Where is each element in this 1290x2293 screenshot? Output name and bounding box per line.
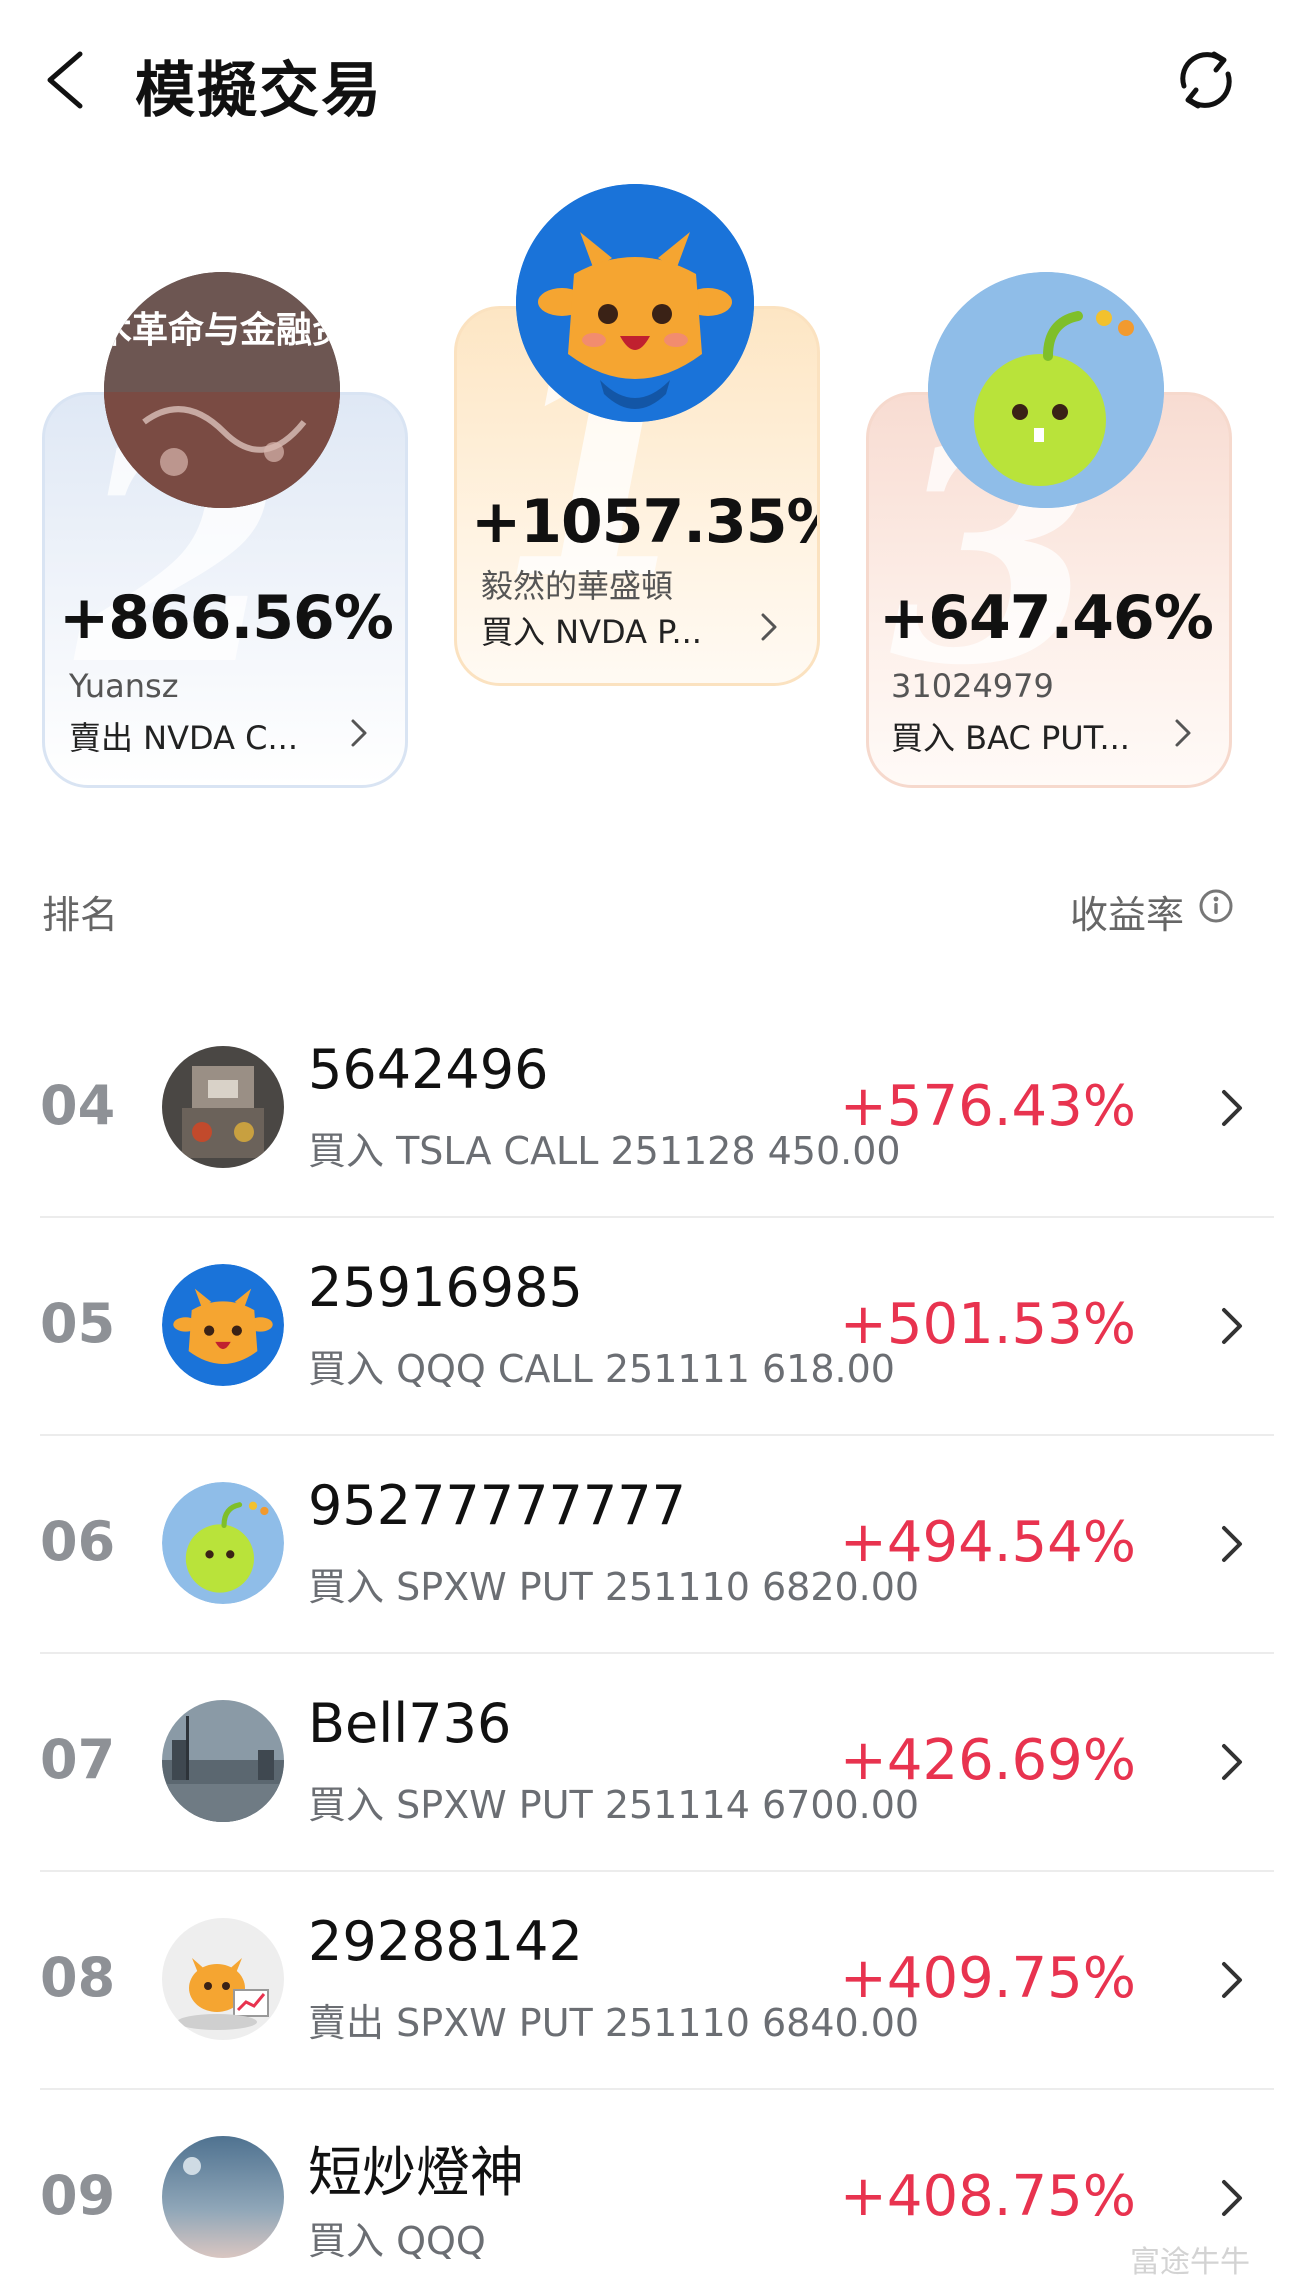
chevron-right-icon [1222,1962,1242,1998]
row-username: 95277777777 [308,1474,686,1537]
row-avatar [162,1918,284,2040]
row-rank: 08 [40,1946,116,2009]
row-trade: 買入 SPXW PUT 251110 6820.00 [308,1565,920,1609]
chevron-right-icon [1222,2180,1242,2216]
row-username: 25916985 [308,1256,583,1319]
leaderboard-row[interactable]: 04 5642496 買入 TSLA CALL 251128 450.00 +5… [0,1000,1290,1218]
row-rank: 09 [40,2164,116,2227]
moon-sky-avatar [162,2136,284,2258]
row-username: 29288142 [308,1910,583,1973]
row-avatar [162,1700,284,1822]
green-sprout-avatar [162,1482,284,1604]
row-trade: 買入 TSLA CALL 251128 450.00 [308,1129,901,1173]
leaderboard-row[interactable]: 07 Bell736 買入 SPXW PUT 251114 6700.00 +4… [0,1654,1290,1872]
row-trade: 買入 SPXW PUT 251114 6700.00 [308,1783,920,1827]
podium-return: +647.46% [879,583,1214,653]
top-bar: 模擬交易 [0,0,1290,160]
row-return: +409.75% [839,1946,1136,2011]
page-title: 模擬交易 [135,56,383,126]
chevron-right-icon [1222,1526,1242,1562]
rank-column-header: 排名 [42,893,119,937]
row-avatar [162,1482,284,1604]
chevron-right-icon [1222,1744,1242,1780]
row-trade: 買入 QQQ [308,2219,486,2263]
row-rank: 04 [40,1074,116,1137]
podium-trade: 買入 NVDA P... [481,613,702,651]
avatar-rank-2[interactable]: 技术革命与金融资本 [104,272,340,508]
avatar-rank-1[interactable] [516,184,754,422]
chevron-right-icon [1222,1090,1242,1126]
leaderboard-row[interactable]: 08 29288142 賣出 SPXW PUT 251110 6840.00 +… [0,1872,1290,2090]
leaderboard-row[interactable]: 05 25916985 買入 QQQ CALL 251111 618.00 +5… [0,1218,1290,1436]
avatar-rank-3[interactable] [928,272,1164,508]
row-return: +576.43% [839,1074,1136,1139]
podium-trade: 賣出 NVDA C... [69,719,299,757]
bull-mascot-avatar [516,184,754,422]
refresh-icon[interactable] [1166,40,1246,120]
row-avatar [162,1264,284,1386]
row-return: +501.53% [839,1292,1136,1357]
row-avatar [162,1046,284,1168]
back-arrow-icon[interactable] [36,40,96,120]
return-column-header: 收益率 [1069,893,1184,937]
chevron-right-icon [351,719,367,747]
city-photo-avatar [162,1700,284,1822]
podium-trade: 買入 BAC PUT... [891,719,1130,757]
row-username: Bell736 [308,1692,512,1755]
row-return: +426.69% [839,1728,1136,1793]
row-rank: 07 [40,1728,116,1791]
chevron-right-icon [761,613,777,641]
info-icon[interactable] [1198,888,1234,924]
watermark: 富途牛牛 [1130,2245,1250,2280]
podium-username: 31024979 [891,667,1054,705]
row-username: 短炒燈神 [308,2141,524,2204]
podium-return: +1057.35% [471,487,820,557]
chevron-right-icon [1175,719,1191,747]
svg-text:技术革命与金融资本: 技术革命与金融资本 [104,309,340,351]
green-sprout-avatar [928,272,1164,508]
bull-chart-avatar [162,1918,284,2040]
podium-username: 毅然的華盛頓 [481,567,674,605]
row-return: +408.75% [839,2164,1136,2229]
chevron-right-icon [1222,1308,1242,1344]
row-return: +494.54% [839,1510,1136,1575]
robot-photo-avatar [162,1046,284,1168]
row-rank: 05 [40,1292,116,1355]
bull-mascot-avatar [162,1264,284,1386]
leaderboard-row[interactable]: 09 短炒燈神 買入 QQQ +408.75% [0,2090,1290,2293]
row-trade: 賣出 SPXW PUT 251110 6840.00 [308,2001,920,2045]
row-avatar [162,2136,284,2258]
leaderboard-row[interactable]: 06 95277777777 買入 SPXW PUT 251110 6820.0… [0,1436,1290,1654]
row-rank: 06 [40,1510,116,1573]
row-username: 5642496 [308,1038,549,1101]
podium-return: +866.56% [59,583,394,653]
row-trade: 買入 QQQ CALL 251111 618.00 [308,1347,895,1391]
book-cover-avatar: 技术革命与金融资本 [104,272,340,508]
podium-username: Yuansz [69,667,179,705]
